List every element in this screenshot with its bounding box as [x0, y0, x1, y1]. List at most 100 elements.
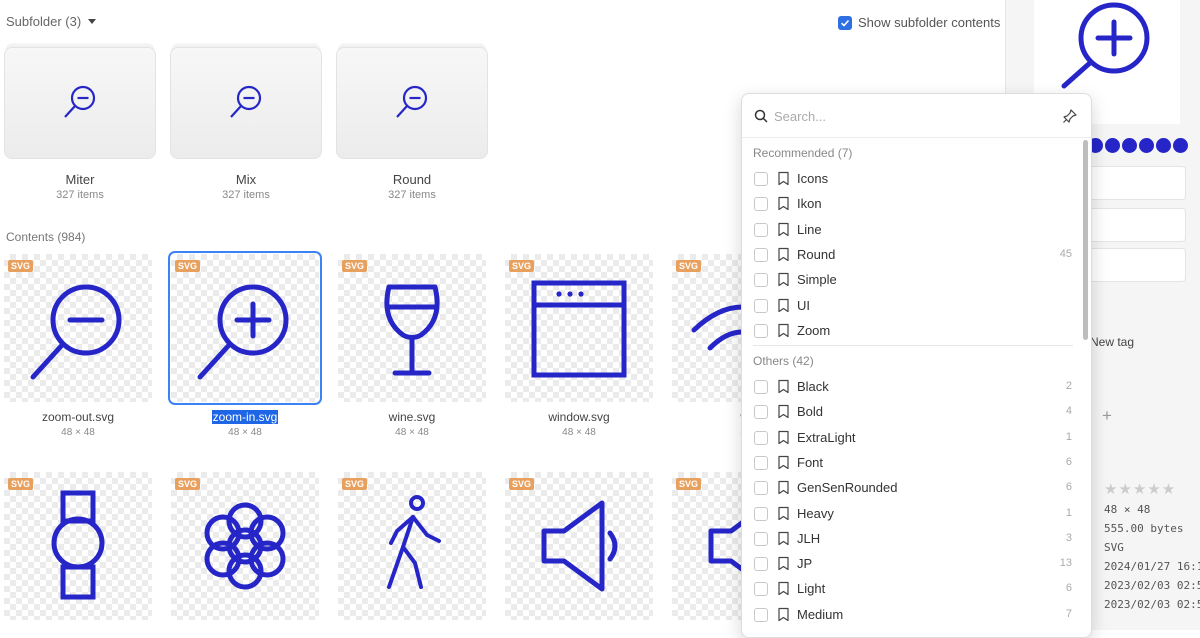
svg-badge: SVG — [676, 260, 702, 272]
bookmark-tag-icon — [778, 430, 789, 444]
name-field[interactable] — [1088, 166, 1186, 200]
bookmark-tag-icon — [778, 506, 789, 520]
url-field[interactable] — [1088, 248, 1186, 282]
item-name-selected-text[interactable]: zoom-in.svg — [211, 410, 279, 424]
item-thumbnail[interactable]: SVG — [505, 254, 653, 402]
recommended-tag-item[interactable]: Zoom — [742, 319, 1082, 343]
bookmark-tag-icon — [778, 607, 789, 621]
checkbox-checked-icon[interactable] — [838, 15, 852, 30]
item-thumbnail[interactable]: SVG — [338, 254, 486, 402]
tag-checkbox[interactable] — [754, 607, 768, 622]
other-tag-item[interactable]: Black 2 — [742, 375, 1082, 399]
add-folder-button[interactable]: + — [1102, 406, 1112, 426]
show-subfolder-toggle[interactable]: Show subfolder contents — [838, 15, 1000, 30]
bookmark-tag-icon — [778, 323, 789, 337]
tag-checkbox[interactable] — [754, 557, 768, 572]
subfolder-toggle[interactable]: Subfolder (3) — [6, 14, 97, 29]
tag-checkbox[interactable] — [754, 273, 768, 288]
tag-checkbox[interactable] — [754, 405, 768, 420]
tag-checkbox[interactable] — [754, 430, 768, 445]
recommended-tag-item[interactable]: Icons — [742, 167, 1082, 191]
svg-badge: SVG — [175, 478, 201, 490]
other-tag-item[interactable]: Bold 4 — [742, 400, 1082, 424]
color-palette[interactable] — [1088, 138, 1188, 153]
tag-checkbox[interactable] — [754, 455, 768, 470]
pin-icon[interactable] — [1063, 109, 1077, 123]
tag-checkbox[interactable] — [754, 506, 768, 521]
folder-card[interactable]: Round 327 items — [336, 47, 488, 201]
bookmark-tag-icon — [778, 222, 789, 236]
item-dimensions: 48 × 48 — [562, 427, 596, 438]
item-thumbnail[interactable]: SVG — [4, 254, 152, 402]
contents-header: Contents (984) — [6, 230, 86, 244]
grid-item[interactable]: SVG zoom-out.svg 48 × 48 — [4, 254, 152, 438]
tag-count: 6 — [1065, 582, 1072, 595]
tag-checkbox[interactable] — [754, 247, 768, 262]
svg-badge: SVG — [342, 260, 368, 272]
folder-thumbnail — [4, 47, 156, 159]
tag-checkbox[interactable] — [754, 481, 768, 496]
recommended-tag-item[interactable]: Ikon — [742, 192, 1082, 216]
item-name-editing[interactable]: zoom-in.svg — [171, 410, 319, 424]
grid-item[interactable]: SVG — [505, 472, 653, 620]
tag-checkbox[interactable] — [754, 323, 768, 338]
walk-icon — [387, 495, 441, 589]
other-tag-item[interactable]: Heavy 1 — [742, 502, 1082, 526]
item-thumbnail[interactable]: SVG — [338, 472, 486, 620]
recommended-tag-item[interactable]: Simple — [742, 268, 1082, 292]
color-swatch[interactable] — [1105, 138, 1120, 153]
color-swatch[interactable] — [1122, 138, 1137, 153]
folder-card[interactable]: Miter 327 items — [4, 47, 156, 201]
tag-search-input[interactable] — [772, 106, 1052, 126]
dropdown-scrollbar[interactable] — [1083, 140, 1088, 340]
recommended-tag-item[interactable]: Line — [742, 218, 1082, 242]
other-tag-item[interactable]: Font 6 — [742, 451, 1082, 475]
zoom-out-icon — [230, 85, 262, 118]
grid-item[interactable]: SVG — [171, 472, 319, 620]
tag-checkbox[interactable] — [754, 197, 768, 212]
flower-icon — [204, 502, 286, 590]
item-thumbnail[interactable]: SVG — [4, 472, 152, 620]
tag-checkbox[interactable] — [754, 172, 768, 186]
other-tag-item[interactable]: Light 6 — [742, 577, 1082, 601]
other-tag-item[interactable]: ExtraLight 1 — [742, 426, 1082, 450]
tag-search-bar — [742, 94, 1091, 138]
rating-stars[interactable]: ★★★★★ — [1104, 480, 1176, 498]
color-swatch[interactable] — [1173, 138, 1188, 153]
other-tag-item[interactable]: JLH 3 — [742, 527, 1082, 551]
bookmark-tag-icon — [778, 171, 789, 186]
zoom-out-icon — [30, 284, 122, 380]
tag-label: Icons — [797, 171, 829, 186]
color-swatch[interactable] — [1139, 138, 1154, 153]
grid-item[interactable]: SVG wine.svg 48 × 48 — [338, 254, 486, 438]
tag-checkbox[interactable] — [754, 582, 768, 597]
item-thumbnail-selected[interactable]: SVG — [168, 251, 322, 405]
grid-item[interactable]: SVG zoom-in.svg 48 × 48 — [168, 251, 322, 438]
grid-item[interactable]: SVG window.svg 48 × 48 — [505, 254, 653, 438]
tag-checkbox[interactable] — [754, 222, 768, 237]
svg-badge: SVG — [509, 260, 535, 272]
tag-count: 7 — [1065, 607, 1072, 620]
caret-down-icon — [88, 19, 97, 24]
color-swatch[interactable] — [1156, 138, 1171, 153]
new-tag-button[interactable]: New tag — [1090, 335, 1134, 349]
other-tag-item[interactable]: JP 13 — [742, 552, 1082, 576]
item-thumbnail[interactable]: SVG — [171, 472, 319, 620]
recommended-tag-item[interactable]: Round 45 — [742, 243, 1082, 267]
grid-item[interactable]: SVG — [338, 472, 486, 620]
tag-checkbox[interactable] — [754, 298, 768, 313]
tag-checkbox[interactable] — [754, 380, 768, 394]
other-tag-item[interactable]: GenSenRounded 6 — [742, 476, 1082, 500]
tag-checkbox[interactable] — [754, 531, 768, 546]
item-thumbnail[interactable]: SVG — [505, 472, 653, 620]
other-tag-item[interactable]: Medium 7 — [742, 603, 1082, 627]
tag-count: 45 — [1059, 247, 1072, 260]
zoom-in-icon — [197, 284, 289, 380]
note-field[interactable] — [1088, 208, 1186, 242]
tag-count: 6 — [1065, 481, 1072, 494]
grid-item[interactable]: SVG — [4, 472, 152, 620]
recommended-tag-item[interactable]: UI — [742, 294, 1082, 318]
tag-label: Simple — [797, 272, 837, 288]
folder-card[interactable]: Mix 327 items — [170, 47, 322, 201]
tag-count: 13 — [1059, 557, 1072, 570]
